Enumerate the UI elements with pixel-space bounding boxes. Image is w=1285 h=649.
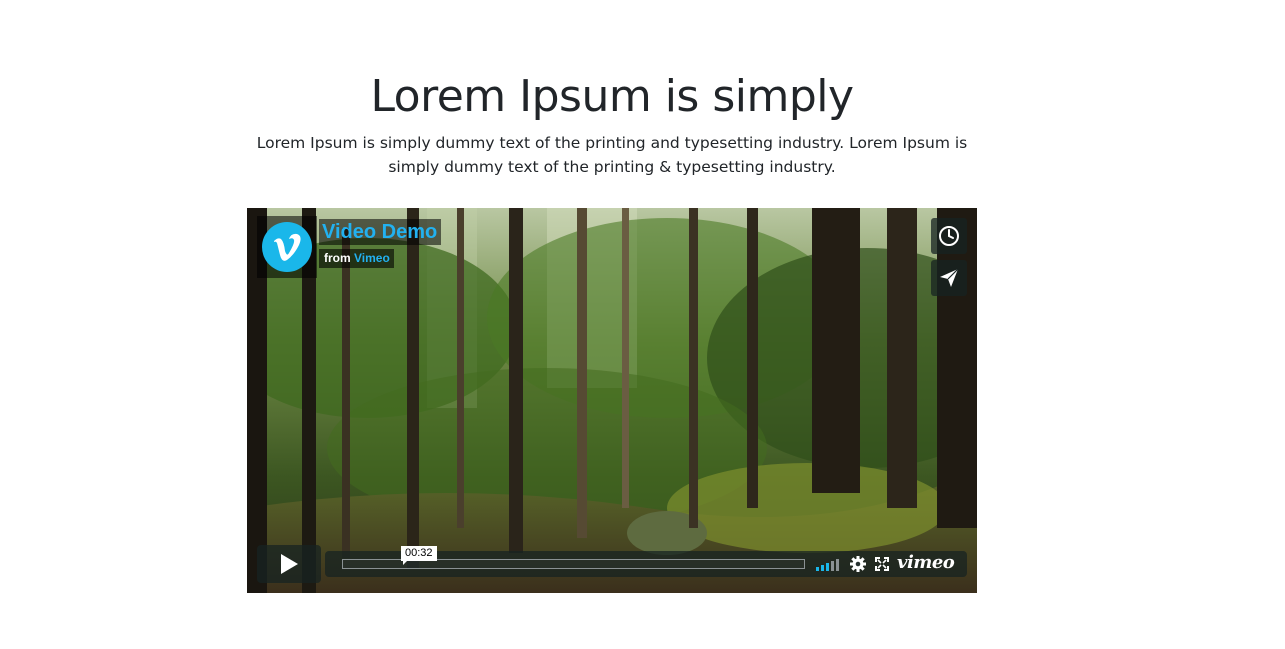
video-byline: from Vimeo xyxy=(319,249,394,268)
vimeo-logo-icon xyxy=(262,222,312,272)
byline-prefix: from xyxy=(324,251,351,265)
play-icon xyxy=(281,554,298,574)
page: Lorem Ipsum is simply Lorem Ipsum is sim… xyxy=(0,0,1285,649)
page-title: Lorem Ipsum is simply xyxy=(370,71,854,122)
control-bar: 00:32 vimeo xyxy=(325,546,967,577)
timecode: 00:32 xyxy=(401,546,437,565)
vimeo-portrait[interactable] xyxy=(257,216,317,278)
byline-owner-link[interactable]: Vimeo xyxy=(354,251,390,265)
play-button[interactable] xyxy=(257,545,321,583)
volume-bars-icon[interactable] xyxy=(816,559,840,571)
paper-plane-icon xyxy=(940,268,959,287)
side-dock xyxy=(931,218,967,302)
page-description: Lorem Ipsum is simply dummy text of the … xyxy=(256,134,968,176)
share-button[interactable] xyxy=(931,260,967,296)
gear-icon[interactable] xyxy=(850,556,866,572)
video-title-link[interactable]: Video Demo xyxy=(319,219,442,245)
vimeo-brand-link[interactable]: vimeo xyxy=(897,552,955,574)
watch-later-button[interactable] xyxy=(931,218,967,254)
vimeo-video-player[interactable]: Video Demo from Vimeo 00:32 vimeo xyxy=(247,208,977,593)
player-controls: 00:32 vimeo xyxy=(257,545,967,583)
clock-icon xyxy=(939,226,959,246)
fullscreen-icon[interactable] xyxy=(875,557,889,571)
